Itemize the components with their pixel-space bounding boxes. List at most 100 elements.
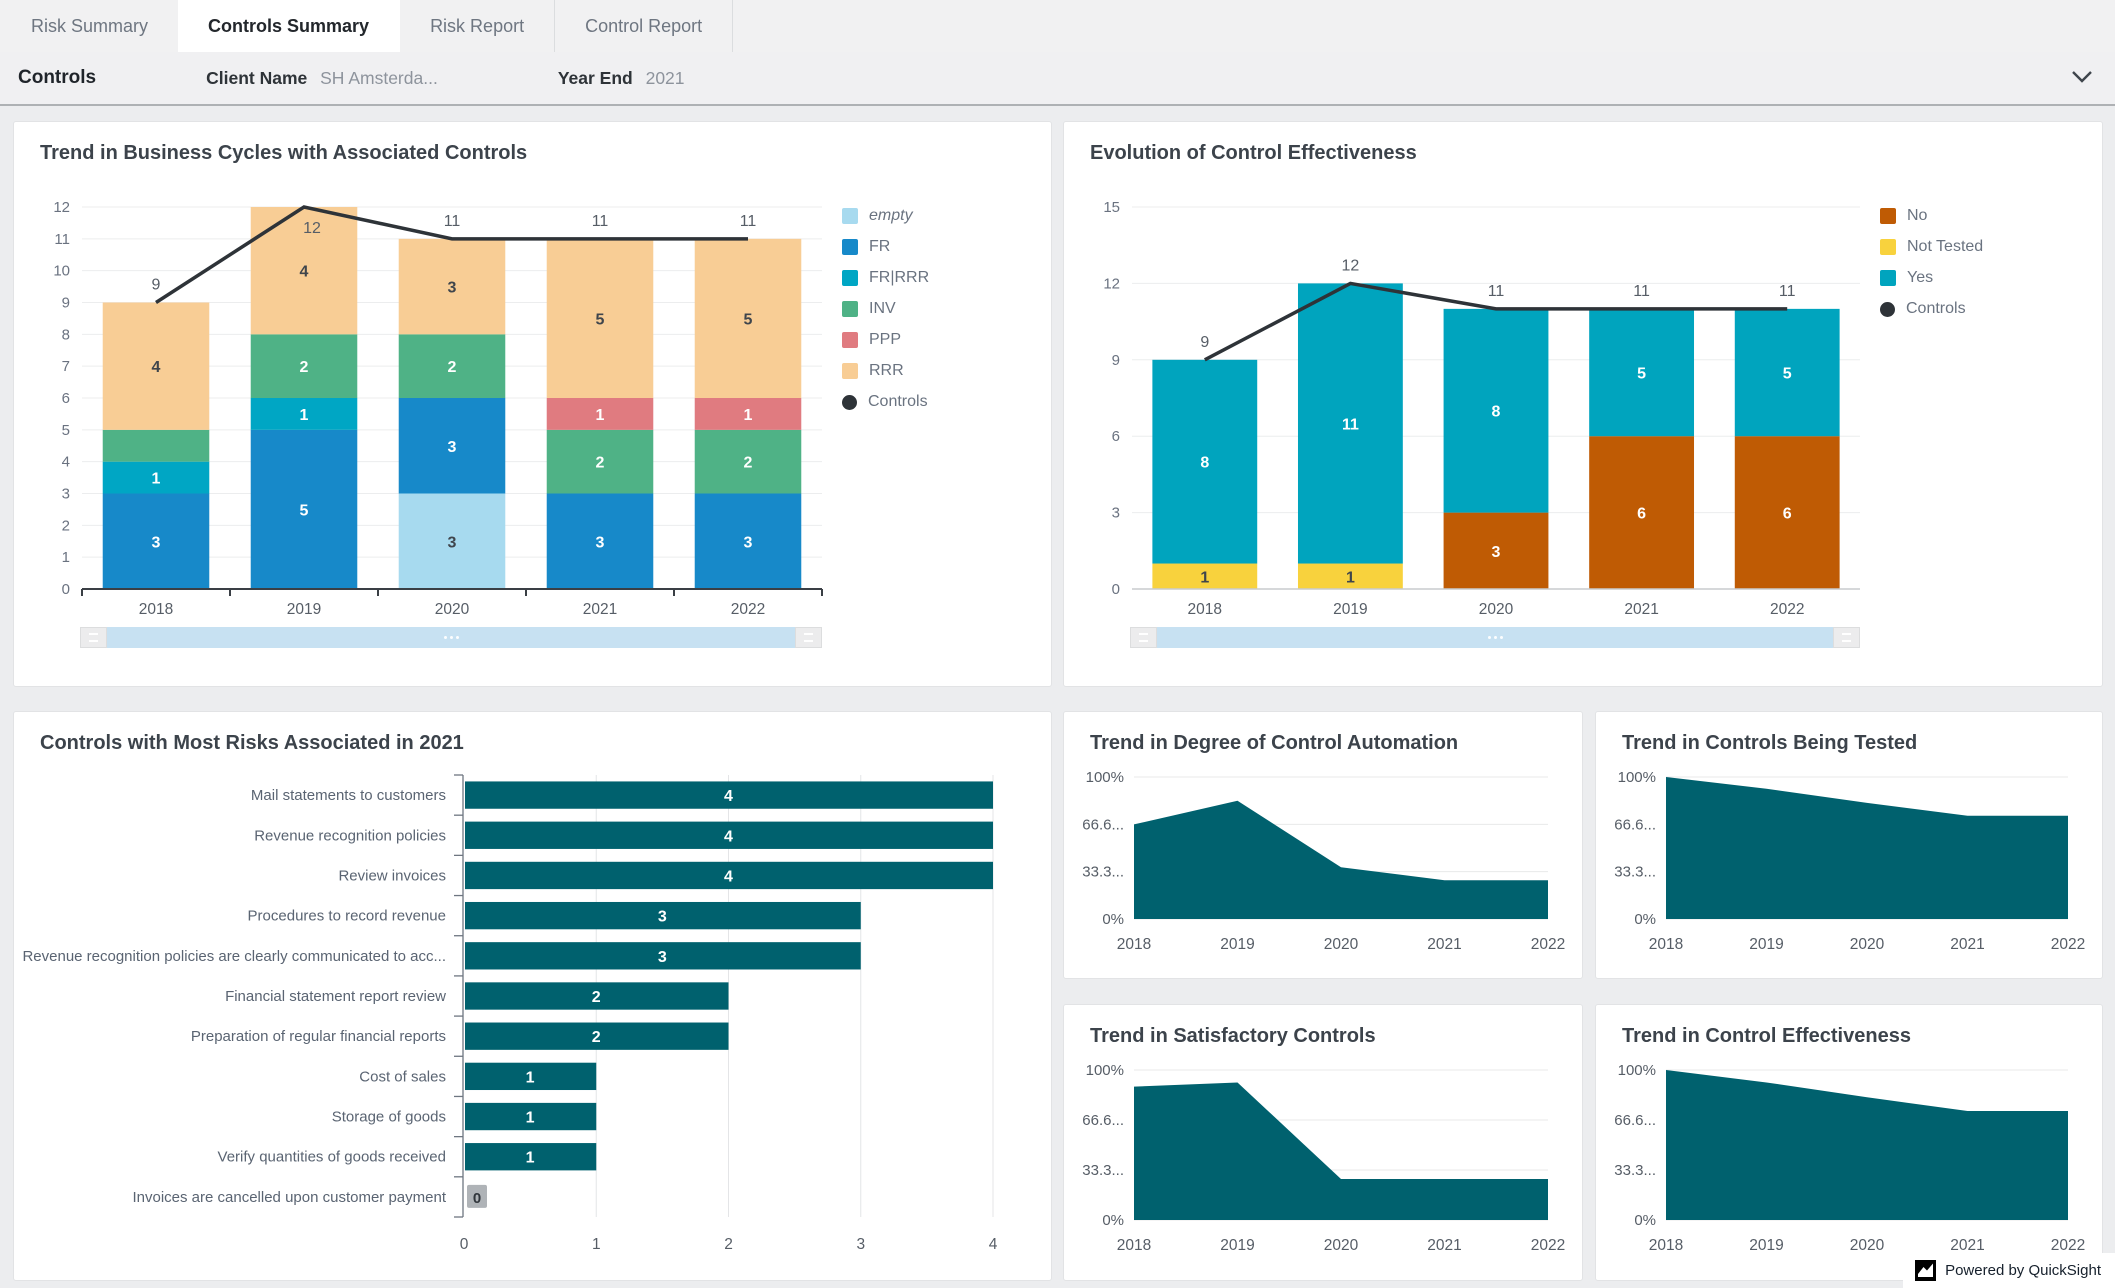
chart-text: 33.3... [1082,864,1124,881]
client-name-filter[interactable]: Client Name SH Amsterda... [206,68,438,89]
bar-segment-inv-2018[interactable] [103,430,210,462]
tab-risk-summary[interactable]: Risk Summary [0,0,179,52]
legend-item-not-tested[interactable]: Not Tested [1880,238,2070,256]
scrollbar-right-handle[interactable] [1833,627,1860,648]
area-series[interactable] [1134,1082,1548,1220]
scrollbar-dots-icon [450,636,453,639]
powered-by-text: Powered by QuickSight [1945,1262,2101,1279]
chart-text: 11 [54,231,70,248]
chart-text: 6 [62,390,70,407]
area-series[interactable] [1134,801,1548,919]
chart-scrollbar[interactable] [1130,627,1860,648]
legend-swatch-icon [842,301,858,317]
chart-text: 2018 [1188,601,1222,618]
chart-text: 2019 [1333,601,1367,618]
chart-text: 9 [62,295,70,312]
quicksight-logo-icon [1915,1260,1936,1281]
stacked-bar-line-chart-svg: 0123456789101112314512433233215321520182… [24,171,836,623]
legend-label: Not Tested [1907,238,1983,256]
chart-controls-being-tested: 0%33.3...66.6...100%20182019202020212022 [1606,761,2084,957]
tab-control-report[interactable]: Control Report [555,0,733,52]
chart-title: Evolution of Control Effectiveness [1090,142,2102,165]
chart-text: 12 [1342,257,1360,274]
chart-text: 4 [724,788,733,805]
quicksight-dashboard: Risk SummaryControls SummaryRisk ReportC… [0,0,2115,1288]
bar-series: 18111386565 [1152,283,1839,589]
chart-text: 2021 [1624,601,1658,618]
chart-text: 11 [1779,283,1796,300]
chart-text: 2022 [2051,1237,2085,1254]
area-series[interactable] [1666,1070,2068,1220]
chevron-down-icon[interactable] [2071,70,2093,84]
panel-control-effectiveness: Evolution of Control Effectiveness 03691… [1063,121,2103,687]
scrollbar-right-handle[interactable] [795,627,822,648]
legend-label: empty [869,207,913,225]
area-series[interactable] [1666,777,2068,919]
chart-text: 2018 [1117,1237,1151,1254]
scrollbar-track[interactable] [107,627,795,648]
year-end-filter[interactable]: Year End 2021 [558,68,685,89]
filter-bar: Controls Client Name SH Amsterda... Year… [0,52,2115,106]
chart-text: 11 [1488,283,1505,300]
panel-business-cycles: Trend in Business Cycles with Associated… [13,121,1052,687]
chart-text: 3 [596,534,605,551]
legend-item-controls[interactable]: Controls [1880,300,2070,318]
chart-text: 1 [300,407,309,424]
chart-text: 2021 [1427,936,1461,953]
chart-text: 8 [62,326,70,343]
chart-text: 2022 [1770,601,1804,618]
legend-item-inv[interactable]: INV [842,300,1032,318]
chart-text: Verify quantities of goods received [218,1149,446,1166]
legend-item-rrr[interactable]: RRR [842,362,1032,380]
chart-text: 2021 [1950,1237,1984,1254]
chart-text: 2 [448,359,457,376]
chart-text: 1 [1346,569,1355,586]
chart-text: 0 [1112,581,1120,598]
scrollbar-left-handle[interactable] [80,627,107,648]
legend-item-fr-rrr[interactable]: FR|RRR [842,269,1032,287]
chart-text: 6 [1783,506,1792,523]
chart-text: 5 [1637,366,1646,383]
chart-text: 2022 [731,601,765,618]
legend-business-cycles: empty FR FR|RRR INV PPP RRR Controls [842,171,1032,411]
chart-text: 1 [596,407,605,424]
chart-text: Review invoices [338,867,446,884]
panel-most-risks: Controls with Most Risks Associated in 2… [13,711,1052,1281]
chart-text: 4 [152,359,161,376]
chart-text: 66.6... [1614,816,1656,833]
chart-text: 1 [152,471,161,488]
chart-text: 100% [1086,769,1124,786]
chart-text: 2019 [1220,936,1254,953]
chart-text: 3 [1112,505,1120,522]
chart-text: 11 [1342,416,1359,433]
chart-text: 3 [152,534,161,551]
chart-scrollbar[interactable] [80,627,822,648]
chart-text: 4 [62,454,70,471]
legend-item-yes[interactable]: Yes [1880,269,2070,287]
tab-risk-report[interactable]: Risk Report [400,0,555,52]
legend-label: Controls [868,393,928,411]
chart-text: 3 [856,1236,865,1253]
scrollbar-left-handle[interactable] [1130,627,1157,648]
legend-item-empty[interactable]: empty [842,207,1032,225]
chart-text: 3 [744,534,753,551]
legend-item-no[interactable]: No [1880,207,2070,225]
legend-item-controls[interactable]: Controls [842,393,1032,411]
chart-text: 0 [460,1236,469,1253]
legend-item-ppp[interactable]: PPP [842,331,1032,349]
legend-control-effectiveness: No Not Tested Yes Controls [1880,171,2070,318]
legend-swatch-icon [842,239,858,255]
chart-text: Revenue recognition policies [254,827,446,844]
stacked-bar-line-chart-svg: 0369121518111386565201820192020202120229… [1074,171,1874,623]
chart-business-cycles: 0123456789101112314512433233215321520182… [24,171,836,623]
chart-text: 33.3... [1082,1162,1124,1179]
chart-control-automation: 0%33.3...66.6...100%20182019202020212022 [1074,761,1564,957]
chart-text: 2 [592,1029,601,1046]
tab-controls-summary[interactable]: Controls Summary [178,0,400,52]
chart-text: 2022 [1531,936,1565,953]
scrollbar-track[interactable] [1157,627,1833,648]
year-end-value: 2021 [646,68,685,88]
year-end-label: Year End [558,68,633,88]
legend-item-fr[interactable]: FR [842,238,1032,256]
chart-text: 66.6... [1082,1112,1124,1129]
